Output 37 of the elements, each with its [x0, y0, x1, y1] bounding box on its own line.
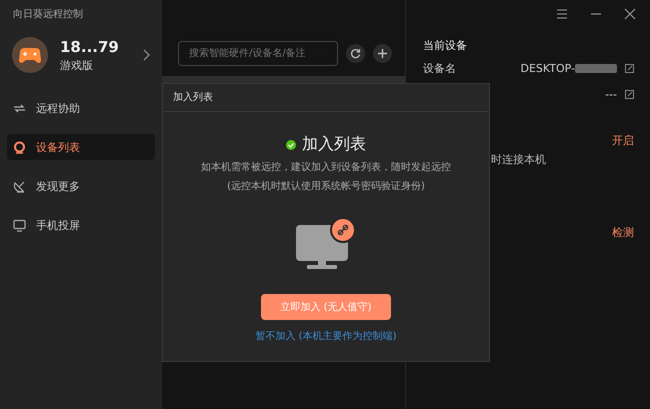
dialog-message: 如本机需常被远控，建议加入到设备列表，随时发起远控: [201, 160, 451, 174]
redaction: [575, 64, 617, 72]
chevron-icon[interactable]: [142, 49, 150, 61]
avatar-icon[interactable]: [12, 37, 48, 73]
skip-link[interactable]: 暂不加入 (本机主要作为控制端): [256, 329, 396, 343]
edition-label: 游戏版: [60, 58, 94, 72]
app-title: 向日葵远程控制: [12, 8, 84, 22]
sidebar-item[interactable]: 手机投屏: [7, 212, 155, 238]
action-link[interactable]: 开启: [612, 133, 634, 148]
action-link[interactable]: 检测: [612, 225, 634, 240]
sidebar-item[interactable]: 发现更多: [7, 173, 155, 199]
field-value: DESKTOP-: [520, 62, 575, 74]
close-icon[interactable]: [624, 8, 636, 20]
dialog-title: 加入列表: [163, 84, 489, 112]
monitor-link-drawing: [295, 217, 357, 271]
field-label: 设备名: [423, 60, 457, 76]
description-text: 时连接本机: [491, 152, 546, 167]
pin-icon: [13, 140, 26, 154]
menu-icon[interactable]: [556, 8, 568, 20]
refresh-button[interactable]: [346, 44, 365, 62]
plus-icon: [377, 48, 388, 58]
monitor-icon: [13, 218, 26, 232]
add-button[interactable]: [373, 44, 392, 62]
field-value: ---: [605, 88, 617, 100]
section-title: 当前设备: [422, 38, 468, 53]
arrows-icon: [13, 102, 26, 114]
sidebar-item[interactable]: 设备列表: [7, 134, 155, 160]
edit-icon[interactable]: [625, 64, 634, 72]
sidebar-item[interactable]: 远程协助: [7, 95, 155, 121]
refresh-icon: [350, 48, 361, 58]
dialog-note: (远控本机时默认使用系统帐号密码验证身份): [227, 180, 425, 193]
satellite-dish-icon: [13, 180, 26, 192]
account-name: 18...79: [60, 38, 120, 56]
search-field[interactable]: 搜索智能硬件/设备名/备注: [178, 40, 338, 66]
dialog-heading: 加入列表: [302, 134, 366, 155]
edit-icon[interactable]: [625, 90, 634, 98]
check-icon: [286, 140, 296, 150]
